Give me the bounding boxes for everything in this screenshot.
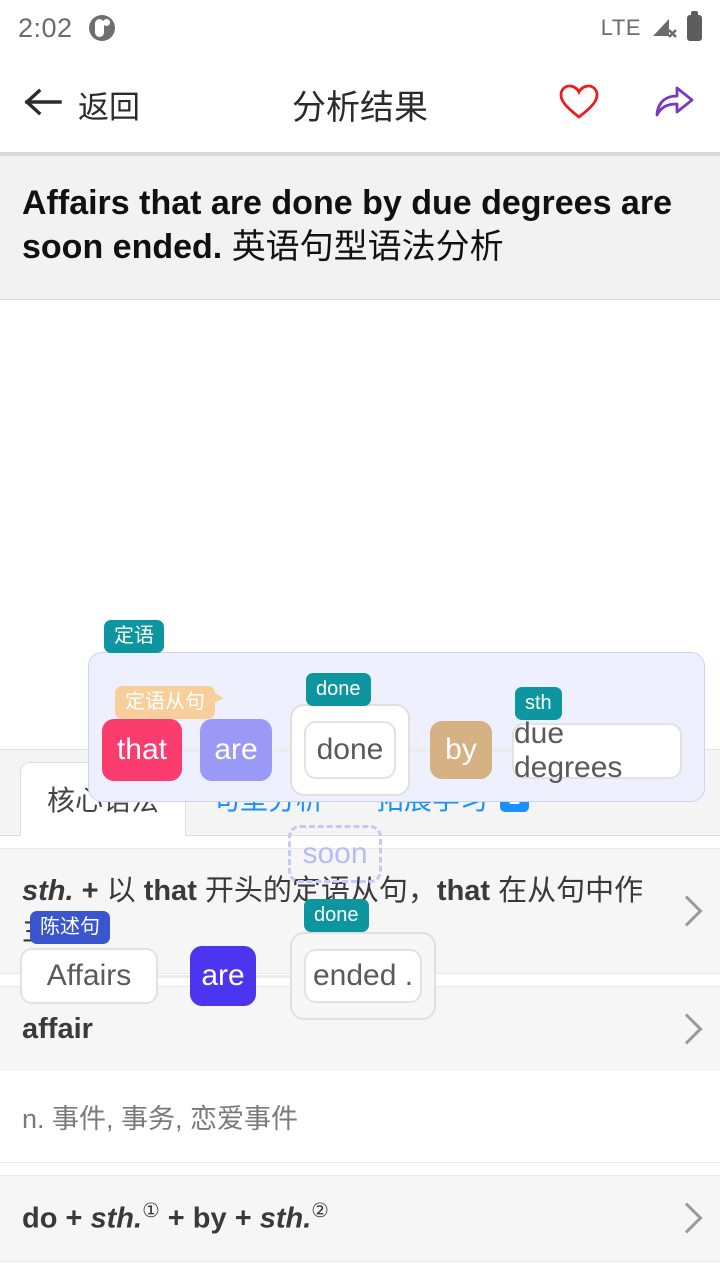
app-circle-icon [88, 15, 115, 41]
chevron-right-icon[interactable] [671, 895, 703, 927]
status-right-group: LTE [600, 11, 702, 41]
back-label: 返回 [78, 89, 140, 125]
app-header-actions [558, 83, 696, 126]
word-chip-that[interactable]: that [102, 719, 182, 782]
sentence-chinese: 英语句型语法分析 [231, 227, 504, 266]
battery-icon [687, 11, 702, 41]
word-chip-by[interactable]: by [430, 721, 492, 780]
tag-role-done-upper: done [306, 673, 371, 707]
tag-attributive: 定语 [104, 620, 164, 654]
status-bar: 2:02 LTE [0, 0, 720, 56]
tag-declarative-sentence: 陈述句 [30, 911, 110, 945]
signal-no-service-icon [651, 16, 677, 40]
chevron-right-icon[interactable] [671, 1202, 703, 1234]
sentence-structure-diagram: 定语 定语从句 done sth that are done by due de… [0, 300, 720, 1021]
word-connector [256, 975, 292, 979]
back-arrow-icon [24, 87, 64, 122]
status-time: 2:02 [18, 12, 73, 43]
chevron-right-icon[interactable] [671, 1013, 703, 1045]
word-chip-are-clause[interactable]: are [200, 719, 272, 782]
sentence-text: Affairs that are done by due degrees are… [22, 182, 698, 269]
grammar-card-title: do + sth.① + by + sth.② [22, 1200, 329, 1235]
back-button[interactable]: 返回 [24, 82, 140, 127]
word-chip-are-main[interactable]: are [190, 946, 256, 1007]
word-chip-done[interactable]: done [304, 721, 396, 780]
tag-attributive-clause: 定语从句 [115, 686, 215, 720]
word-connector [490, 749, 514, 753]
heart-icon[interactable] [558, 83, 600, 126]
share-icon[interactable] [652, 83, 696, 126]
tag-role-done-lower: done [304, 899, 369, 933]
grammar-card-header[interactable]: do + sth.① + by + sth.② [0, 1176, 720, 1261]
network-type-label: LTE [600, 15, 641, 40]
word-connector [156, 975, 192, 979]
word-chip-due-degrees[interactable]: due degrees [512, 717, 682, 784]
word-chip-ended[interactable]: ended . [304, 949, 422, 1004]
word-definition: n. 事件, 事务, 恋爱事件 [0, 1071, 720, 1163]
app-header: 返回 分析结果 [0, 56, 720, 152]
sentence-banner: Affairs that are done by due degrees are… [0, 156, 720, 301]
grammar-card: do + sth.① + by + sth.② [0, 1175, 720, 1262]
word-chip-affairs[interactable]: Affairs [20, 948, 158, 1005]
tag-role-sth: sth [515, 687, 562, 721]
word-chip-soon[interactable]: soon [288, 825, 382, 884]
